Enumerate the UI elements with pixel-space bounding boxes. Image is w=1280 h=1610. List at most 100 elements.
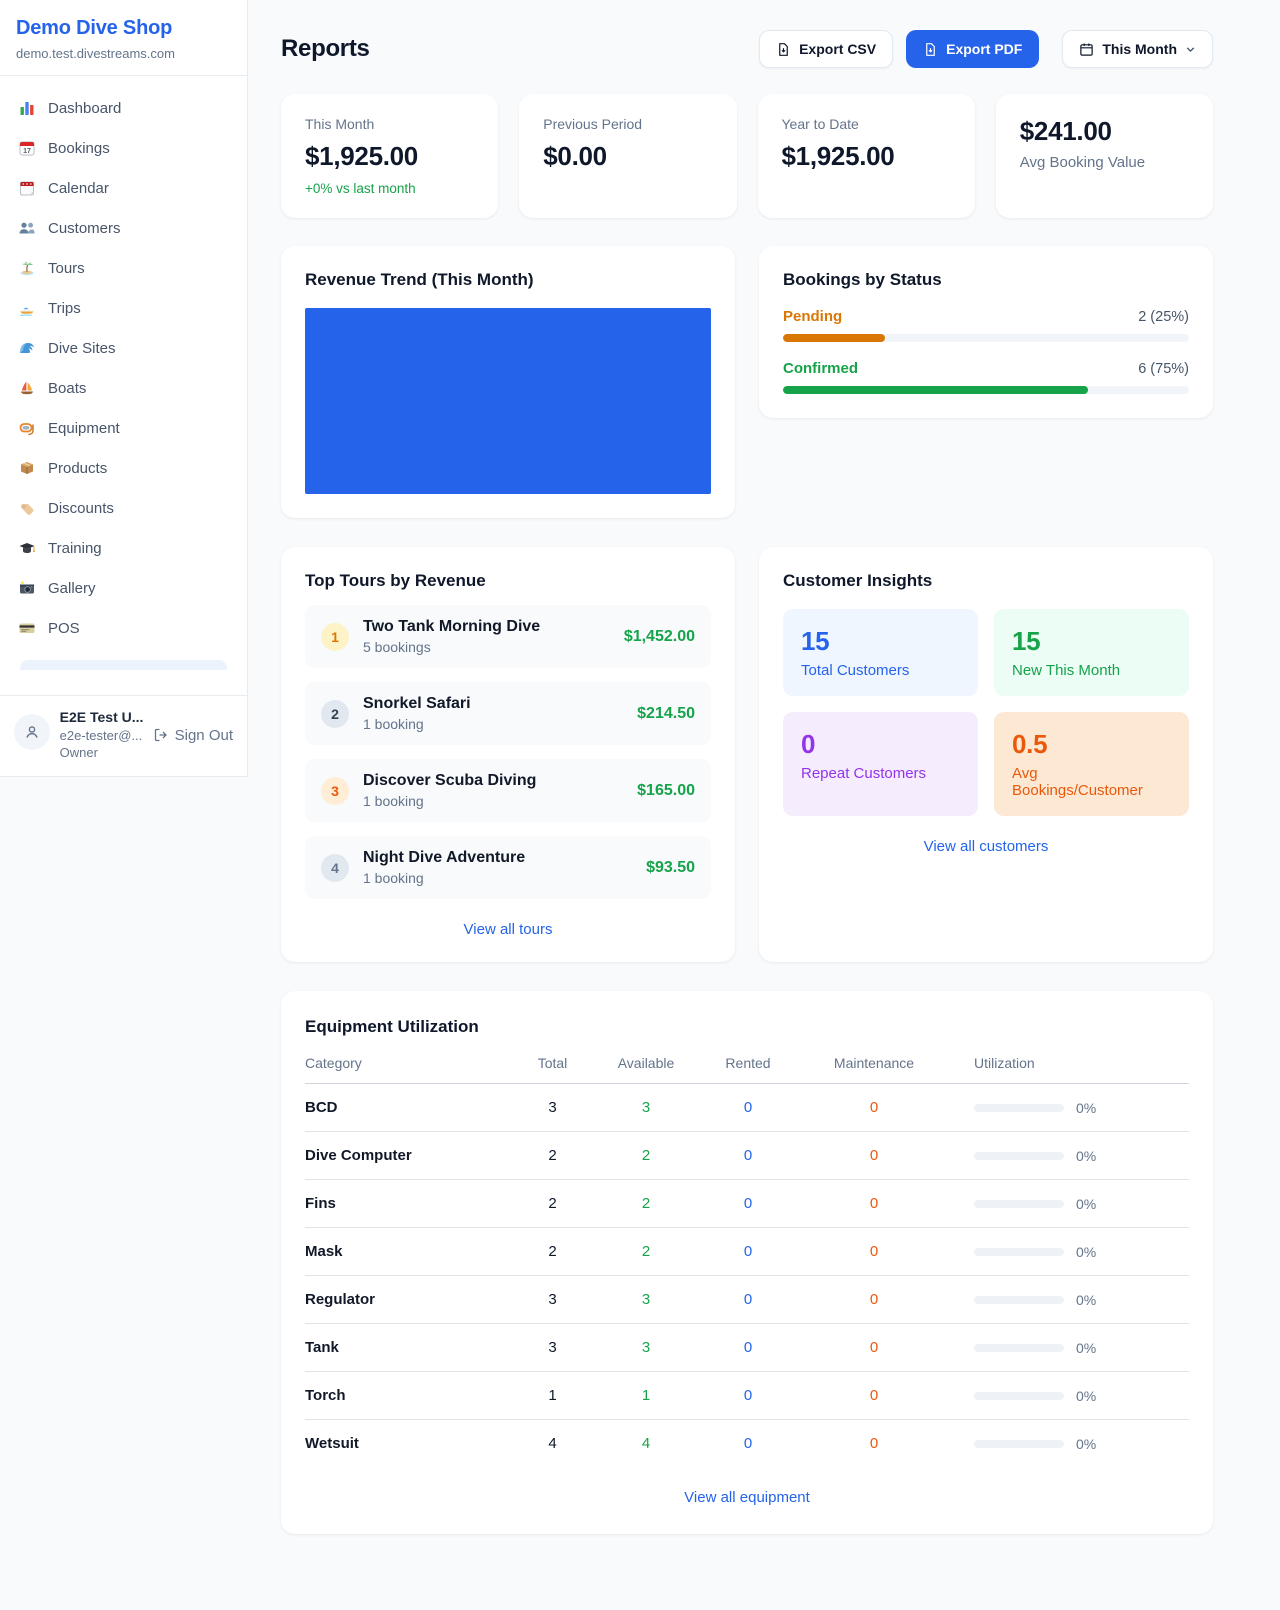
tour-row[interactable]: 1 Two Tank Morning Dive 5 bookings $1,45… [305, 605, 711, 668]
cell-available: 2 [600, 1228, 692, 1276]
revenue-trend-title: Revenue Trend (This Month) [305, 270, 711, 290]
cell-category: Torch [305, 1372, 505, 1420]
sidebar-item-equipment[interactable]: Equipment [8, 410, 239, 446]
sidebar-item-customers[interactable]: Customers [8, 210, 239, 246]
utilization-percent: 0% [1076, 1100, 1096, 1116]
equipment-utilization-title: Equipment Utilization [305, 1017, 1189, 1037]
sign-out-button[interactable]: Sign Out [153, 727, 233, 744]
table-row: BCD 3 3 0 0 0% [305, 1084, 1189, 1132]
tag-icon [18, 499, 36, 517]
column-header: Total [505, 1055, 600, 1084]
utilization-percent: 0% [1076, 1196, 1096, 1212]
tile-avg-bookings: 0.5 Avg Bookings/Customer [994, 712, 1189, 816]
column-header: Maintenance [804, 1055, 944, 1084]
stat-card-avg-booking-value: $241.00 Avg Booking Value [996, 94, 1213, 218]
cell-rented: 0 [692, 1324, 804, 1372]
sidebar-item-reports-active[interactable] [20, 660, 227, 670]
island-icon [18, 259, 36, 277]
period-dropdown[interactable]: This Month [1062, 30, 1213, 68]
status-row-confirmed: Confirmed 6 (75%) [783, 360, 1189, 394]
export-csv-button[interactable]: Export CSV [759, 30, 893, 68]
sidebar-item-pos[interactable]: POS [8, 610, 239, 646]
cell-total: 1 [505, 1372, 600, 1420]
credit-card-icon [18, 619, 36, 637]
tile-label: Avg Bookings/Customer [1012, 765, 1171, 799]
package-icon [18, 459, 36, 477]
stat-card-previous-period: Previous Period $0.00 [519, 94, 736, 218]
avatar [14, 714, 50, 750]
cell-rented: 0 [692, 1084, 804, 1132]
cell-maintenance: 0 [804, 1228, 944, 1276]
sidebar-item-calendar[interactable]: Calendar [8, 170, 239, 206]
cell-rented: 0 [692, 1180, 804, 1228]
bar-chart-icon [18, 99, 36, 117]
top-tours-title: Top Tours by Revenue [305, 571, 711, 591]
export-file-icon [776, 42, 791, 57]
export-pdf-button[interactable]: Export PDF [906, 30, 1039, 68]
cell-maintenance: 0 [804, 1324, 944, 1372]
cell-maintenance: 0 [804, 1276, 944, 1324]
sidebar-item-boats[interactable]: Boats [8, 370, 239, 406]
sidebar-item-gallery[interactable]: Gallery [8, 570, 239, 606]
sidebar-item-products[interactable]: Products [8, 450, 239, 486]
tour-row[interactable]: 2 Snorkel Safari 1 booking $214.50 [305, 682, 711, 745]
cell-category: Regulator [305, 1276, 505, 1324]
sign-out-label: Sign Out [175, 727, 233, 744]
tour-row[interactable]: 4 Night Dive Adventure 1 booking $93.50 [305, 836, 711, 899]
sidebar-item-label: Customers [48, 220, 121, 237]
view-all-equipment-link[interactable]: View all equipment [305, 1489, 1189, 1506]
graduation-cap-icon [18, 539, 36, 557]
cell-total: 3 [505, 1084, 600, 1132]
table-row: Fins 2 2 0 0 0% [305, 1180, 1189, 1228]
brand-block: Demo Dive Shop demo.test.divestreams.com [0, 0, 247, 76]
speedboat-icon [18, 299, 36, 317]
stat-value: $241.00 [1020, 116, 1189, 147]
tour-name: Two Tank Morning Dive [363, 618, 540, 636]
revenue-trend-chart [305, 308, 711, 494]
camera-icon [18, 579, 36, 597]
sidebar-item-training[interactable]: Training [8, 530, 239, 566]
cell-maintenance: 0 [804, 1372, 944, 1420]
cell-maintenance: 0 [804, 1084, 944, 1132]
utilization-percent: 0% [1076, 1244, 1096, 1260]
view-all-tours-link[interactable]: View all tours [305, 921, 711, 938]
cell-available: 2 [600, 1180, 692, 1228]
utilization-bar [974, 1200, 1064, 1208]
sidebar-item-bookings[interactable]: 17 Bookings [8, 130, 239, 166]
tile-repeat-customers: 0 Repeat Customers [783, 712, 978, 816]
cell-available: 3 [600, 1084, 692, 1132]
cell-available: 2 [600, 1132, 692, 1180]
table-row: Torch 1 1 0 0 0% [305, 1372, 1189, 1420]
cell-maintenance: 0 [804, 1420, 944, 1468]
cell-available: 1 [600, 1372, 692, 1420]
sidebar-item-label: POS [48, 620, 80, 637]
sidebar-item-tours[interactable]: Tours [8, 250, 239, 286]
tile-value: 15 [801, 626, 960, 657]
sidebar-item-dashboard[interactable]: Dashboard [8, 90, 239, 126]
sidebar-item-trips[interactable]: Trips [8, 290, 239, 326]
table-row: Tank 3 3 0 0 0% [305, 1324, 1189, 1372]
cell-maintenance: 0 [804, 1180, 944, 1228]
sidebar-item-label: Equipment [48, 420, 120, 437]
period-label: This Month [1102, 41, 1177, 57]
user-email: e2e-tester@... [60, 727, 143, 745]
stat-value: $1,925.00 [782, 141, 951, 172]
sidebar-item-label: Discounts [48, 500, 114, 517]
calendar-pad-icon [18, 179, 36, 197]
sidebar-item-label: Dashboard [48, 100, 121, 117]
sidebar-item-discounts[interactable]: Discounts [8, 490, 239, 526]
shop-domain: demo.test.divestreams.com [16, 46, 231, 61]
cell-available: 4 [600, 1420, 692, 1468]
tour-name: Night Dive Adventure [363, 849, 525, 867]
user-name: E2E Test U... [60, 708, 143, 727]
cell-maintenance: 0 [804, 1132, 944, 1180]
user-footer: E2E Test U... e2e-tester@... Owner Sign … [0, 695, 247, 776]
view-all-customers-link[interactable]: View all customers [783, 838, 1189, 855]
sidebar-item-label: Calendar [48, 180, 109, 197]
utilization-bar [974, 1392, 1064, 1400]
cell-available: 3 [600, 1276, 692, 1324]
sidebar-item-dive-sites[interactable]: Dive Sites [8, 330, 239, 366]
insight-tiles: 15 Total Customers 15 New This Month 0 R… [783, 609, 1189, 816]
tour-row[interactable]: 3 Discover Scuba Diving 1 booking $165.0… [305, 759, 711, 822]
header-actions: Export CSV Export PDF This Month [759, 30, 1213, 68]
